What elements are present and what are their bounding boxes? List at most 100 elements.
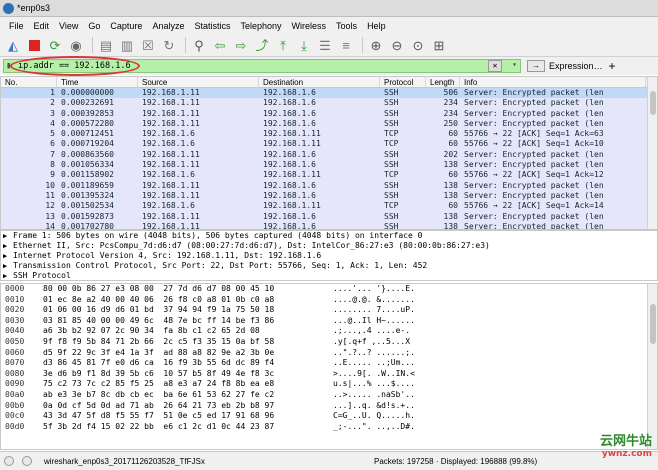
stop-icon[interactable] <box>25 36 43 54</box>
packet-row[interactable]: 5 0.000712451 192.168.1.6 192.168.1.11 TCP 60… <box>1 129 657 140</box>
packet-row[interactable]: 4 0.000572280 192.168.1.11 192.168.1.6 SSH 25… <box>1 118 657 130</box>
menu-go[interactable]: Go <box>83 21 105 31</box>
options-icon[interactable]: ◉ <box>67 36 85 54</box>
cell-time: 0.000392853 <box>61 108 114 118</box>
clear-filter-icon[interactable]: ✕ <box>488 60 502 72</box>
wireshark-app-icon <box>3 2 14 14</box>
menu-telephony[interactable]: Telephony <box>235 21 286 31</box>
col-info[interactable]: Info <box>460 77 646 87</box>
packet-row[interactable]: 14 0.001702780 192.168.1.11 192.168.1.6 SSH 1… <box>1 221 657 229</box>
cell-destination: 192.168.1.11 <box>263 129 321 139</box>
autoscroll-icon[interactable]: ☰ <box>316 36 334 54</box>
hex-row[interactable]: 0070 d3 86 45 81 7f e0 d6 ca 16 f9 3b 55 … <box>1 358 657 369</box>
last-icon[interactable]: ⤓ <box>295 36 313 54</box>
hex-row[interactable]: 0090 75 c2 73 7c c2 85 f5 25 a8 e3 a7 24 … <box>1 379 657 390</box>
col-source[interactable]: Source <box>138 77 259 87</box>
hex-row[interactable]: 0010 01 ec 8e a2 40 00 40 06 26 f8 c0 a8 … <box>1 295 657 306</box>
scrollbar-thumb[interactable] <box>650 304 656 344</box>
menu-help[interactable]: Help <box>362 21 391 31</box>
open-icon[interactable]: ▤ <box>97 36 115 54</box>
cell-source: 192.168.1.6 <box>142 170 195 180</box>
apply-filter-icon[interactable]: → <box>527 60 545 72</box>
detail-ethernet[interactable]: ▶ Ethernet II, Src: PcsCompu_7d:d6:d7 (08… <box>1 241 657 251</box>
packet-row[interactable]: 11 0.001395324 192.168.1.11 192.168.1.6 SSH 1… <box>1 190 657 202</box>
menu-statistics[interactable]: Statistics <box>189 21 235 31</box>
zoom-out-icon[interactable]: ⊖ <box>388 36 406 54</box>
display-filter-input[interactable]: ▮ ip.addr == 192.168.1.6 ✕ ▾ <box>3 59 521 73</box>
col-protocol[interactable]: Protocol <box>380 77 426 87</box>
expand-arrow-icon[interactable]: ▶ <box>3 261 13 271</box>
expert-info-icon[interactable] <box>4 456 14 466</box>
packet-row[interactable]: 7 0.000863560 192.168.1.11 192.168.1.6 SSH 20… <box>1 149 657 161</box>
zoom-in-icon[interactable]: ⊕ <box>367 36 385 54</box>
bytes-scrollbar[interactable] <box>647 284 657 449</box>
hex-row[interactable]: 00c0 43 3d 47 5f d8 f5 55 f7 51 0e c5 ed … <box>1 411 657 422</box>
col-time[interactable]: Time <box>57 77 138 87</box>
resize-columns-icon[interactable]: ⊞ <box>430 36 448 54</box>
first-icon[interactable]: ⤒ <box>274 36 292 54</box>
col-length[interactable]: Length <box>426 77 460 87</box>
forward-icon[interactable]: ⇨ <box>232 36 250 54</box>
save-icon[interactable]: ▥ <box>118 36 136 54</box>
packet-row[interactable]: 12 0.001502534 192.168.1.6 192.168.1.11 TCP 6… <box>1 201 657 212</box>
packet-row[interactable]: 2 0.000232691 192.168.1.11 192.168.1.6 SSH 23… <box>1 98 657 109</box>
hex-row[interactable]: 00d0 5f 3b 2d f4 15 02 22 bb e6 c1 2c d1 … <box>1 422 657 433</box>
hex-row[interactable]: 0020 01 06 00 16 d9 d6 01 bd 37 94 94 f9 … <box>1 305 657 316</box>
packet-row[interactable]: 3 0.000392853 192.168.1.11 192.168.1.6 SSH 23… <box>1 108 657 119</box>
expand-arrow-icon[interactable]: ▶ <box>3 231 13 241</box>
reload-icon[interactable]: ↻ <box>160 36 178 54</box>
hex-row[interactable]: 0050 9f f8 f9 5b 84 71 2b 66 2c c5 f3 35 … <box>1 337 657 348</box>
packet-row[interactable]: 6 0.000719204 192.168.1.6 192.168.1.11 TCP 60… <box>1 139 657 150</box>
detail-tcp[interactable]: ▶ Transmission Control Protocol, Src Port… <box>1 261 657 271</box>
add-filter-button-icon[interactable]: + <box>609 59 616 73</box>
expression-button[interactable]: → Expression… <box>527 60 603 72</box>
detail-ssh[interactable]: ▶ SSH Protocol <box>1 271 657 280</box>
packet-row[interactable]: 9 0.001158902 192.168.1.6 192.168.1.11 TCP 60… <box>1 170 657 181</box>
colorize-icon[interactable]: ≡ <box>337 36 355 54</box>
scrollbar-thumb[interactable] <box>650 91 656 115</box>
hex-row[interactable]: 0000 80 00 0b 86 27 e3 08 00 27 7d d6 d7 … <box>1 284 657 295</box>
menu-view[interactable]: View <box>54 21 83 31</box>
zoom-normal-icon[interactable]: ⊙ <box>409 36 427 54</box>
cell-destination: 192.168.1.6 <box>263 180 316 190</box>
hex-row[interactable]: 0080 3e d6 b9 f1 8d 39 5b c6 10 57 b5 8f … <box>1 369 657 380</box>
menu-wireless[interactable]: Wireless <box>287 21 332 31</box>
bookmark-icon[interactable]: ▮ <box>6 61 11 71</box>
packet-row[interactable]: 13 0.001592873 192.168.1.11 192.168.1.6 SSH 1… <box>1 211 657 222</box>
packet-row[interactable]: 8 0.001056334 192.168.1.11 192.168.1.6 SSH 13… <box>1 160 657 171</box>
menu-edit[interactable]: Edit <box>29 21 55 31</box>
packet-row[interactable]: 10 0.001189659 192.168.1.11 192.168.1.6 SSH 1… <box>1 180 657 191</box>
hex-row[interactable]: 00a0 ab e3 3e b7 8c db cb ec ba 6e 61 53 … <box>1 390 657 401</box>
expand-arrow-icon[interactable]: ▶ <box>3 271 13 280</box>
menu-analyze[interactable]: Analyze <box>147 21 189 31</box>
hex-row[interactable]: 0030 03 81 85 40 00 00 49 6c 48 7e bc ff … <box>1 316 657 327</box>
back-icon[interactable]: ⇦ <box>211 36 229 54</box>
hex-row[interactable]: 0060 d5 9f 22 9c 3f e4 1a 3f ad 88 a8 82 … <box>1 348 657 359</box>
menu-capture[interactable]: Capture <box>105 21 147 31</box>
hex-bytes: 3e d6 b9 f1 8d 39 5b c6 10 57 b5 8f 49 4… <box>43 368 275 378</box>
detail-frame[interactable]: ▶ Frame 1: 506 bytes on wire (4048 bits),… <box>1 231 657 241</box>
capture-comments-icon[interactable] <box>22 456 32 466</box>
packet-details: ▶ Frame 1: 506 bytes on wire (4048 bits),… <box>0 230 658 281</box>
detail-ipv4[interactable]: ▶ Internet Protocol Version 4, Src: 192.1… <box>1 251 657 261</box>
packet-list-scrollbar[interactable] <box>647 77 657 229</box>
hex-row[interactable]: 0040 a6 3b b2 92 07 2c 90 34 fa 8b c1 c2 … <box>1 326 657 337</box>
cell-time: 0.001395324 <box>61 190 114 200</box>
goto-icon[interactable]: ⤴ <box>253 36 271 54</box>
close-file-icon[interactable]: ☒ <box>139 36 157 54</box>
expand-arrow-icon[interactable]: ▶ <box>3 241 13 251</box>
expand-arrow-icon[interactable]: ▶ <box>3 251 13 261</box>
shark-fin-icon[interactable]: ◭ <box>4 36 22 54</box>
hex-row[interactable]: 00b0 0a 0d cf 5d 0d ad 71 ab 26 64 21 73 … <box>1 401 657 412</box>
packet-row[interactable]: 1 0.000000000 192.168.1.11 192.168.1.6 SSH 50… <box>1 88 657 99</box>
menu-tools[interactable]: Tools <box>331 21 362 31</box>
find-icon[interactable]: ⚲ <box>190 36 208 54</box>
hex-offset: 0050 <box>5 336 25 346</box>
col-destination[interactable]: Destination <box>259 77 380 87</box>
restart-icon[interactable]: ⟳ <box>46 36 64 54</box>
toolbar-separator <box>362 37 363 53</box>
cell-info: 55766 → 22 [ACK] Seq=1 Ack=10 <box>464 139 604 149</box>
filter-dropdown-icon[interactable]: ▾ <box>512 60 517 69</box>
menu-file[interactable]: File <box>4 21 29 31</box>
col-no[interactable]: No. <box>1 77 57 87</box>
